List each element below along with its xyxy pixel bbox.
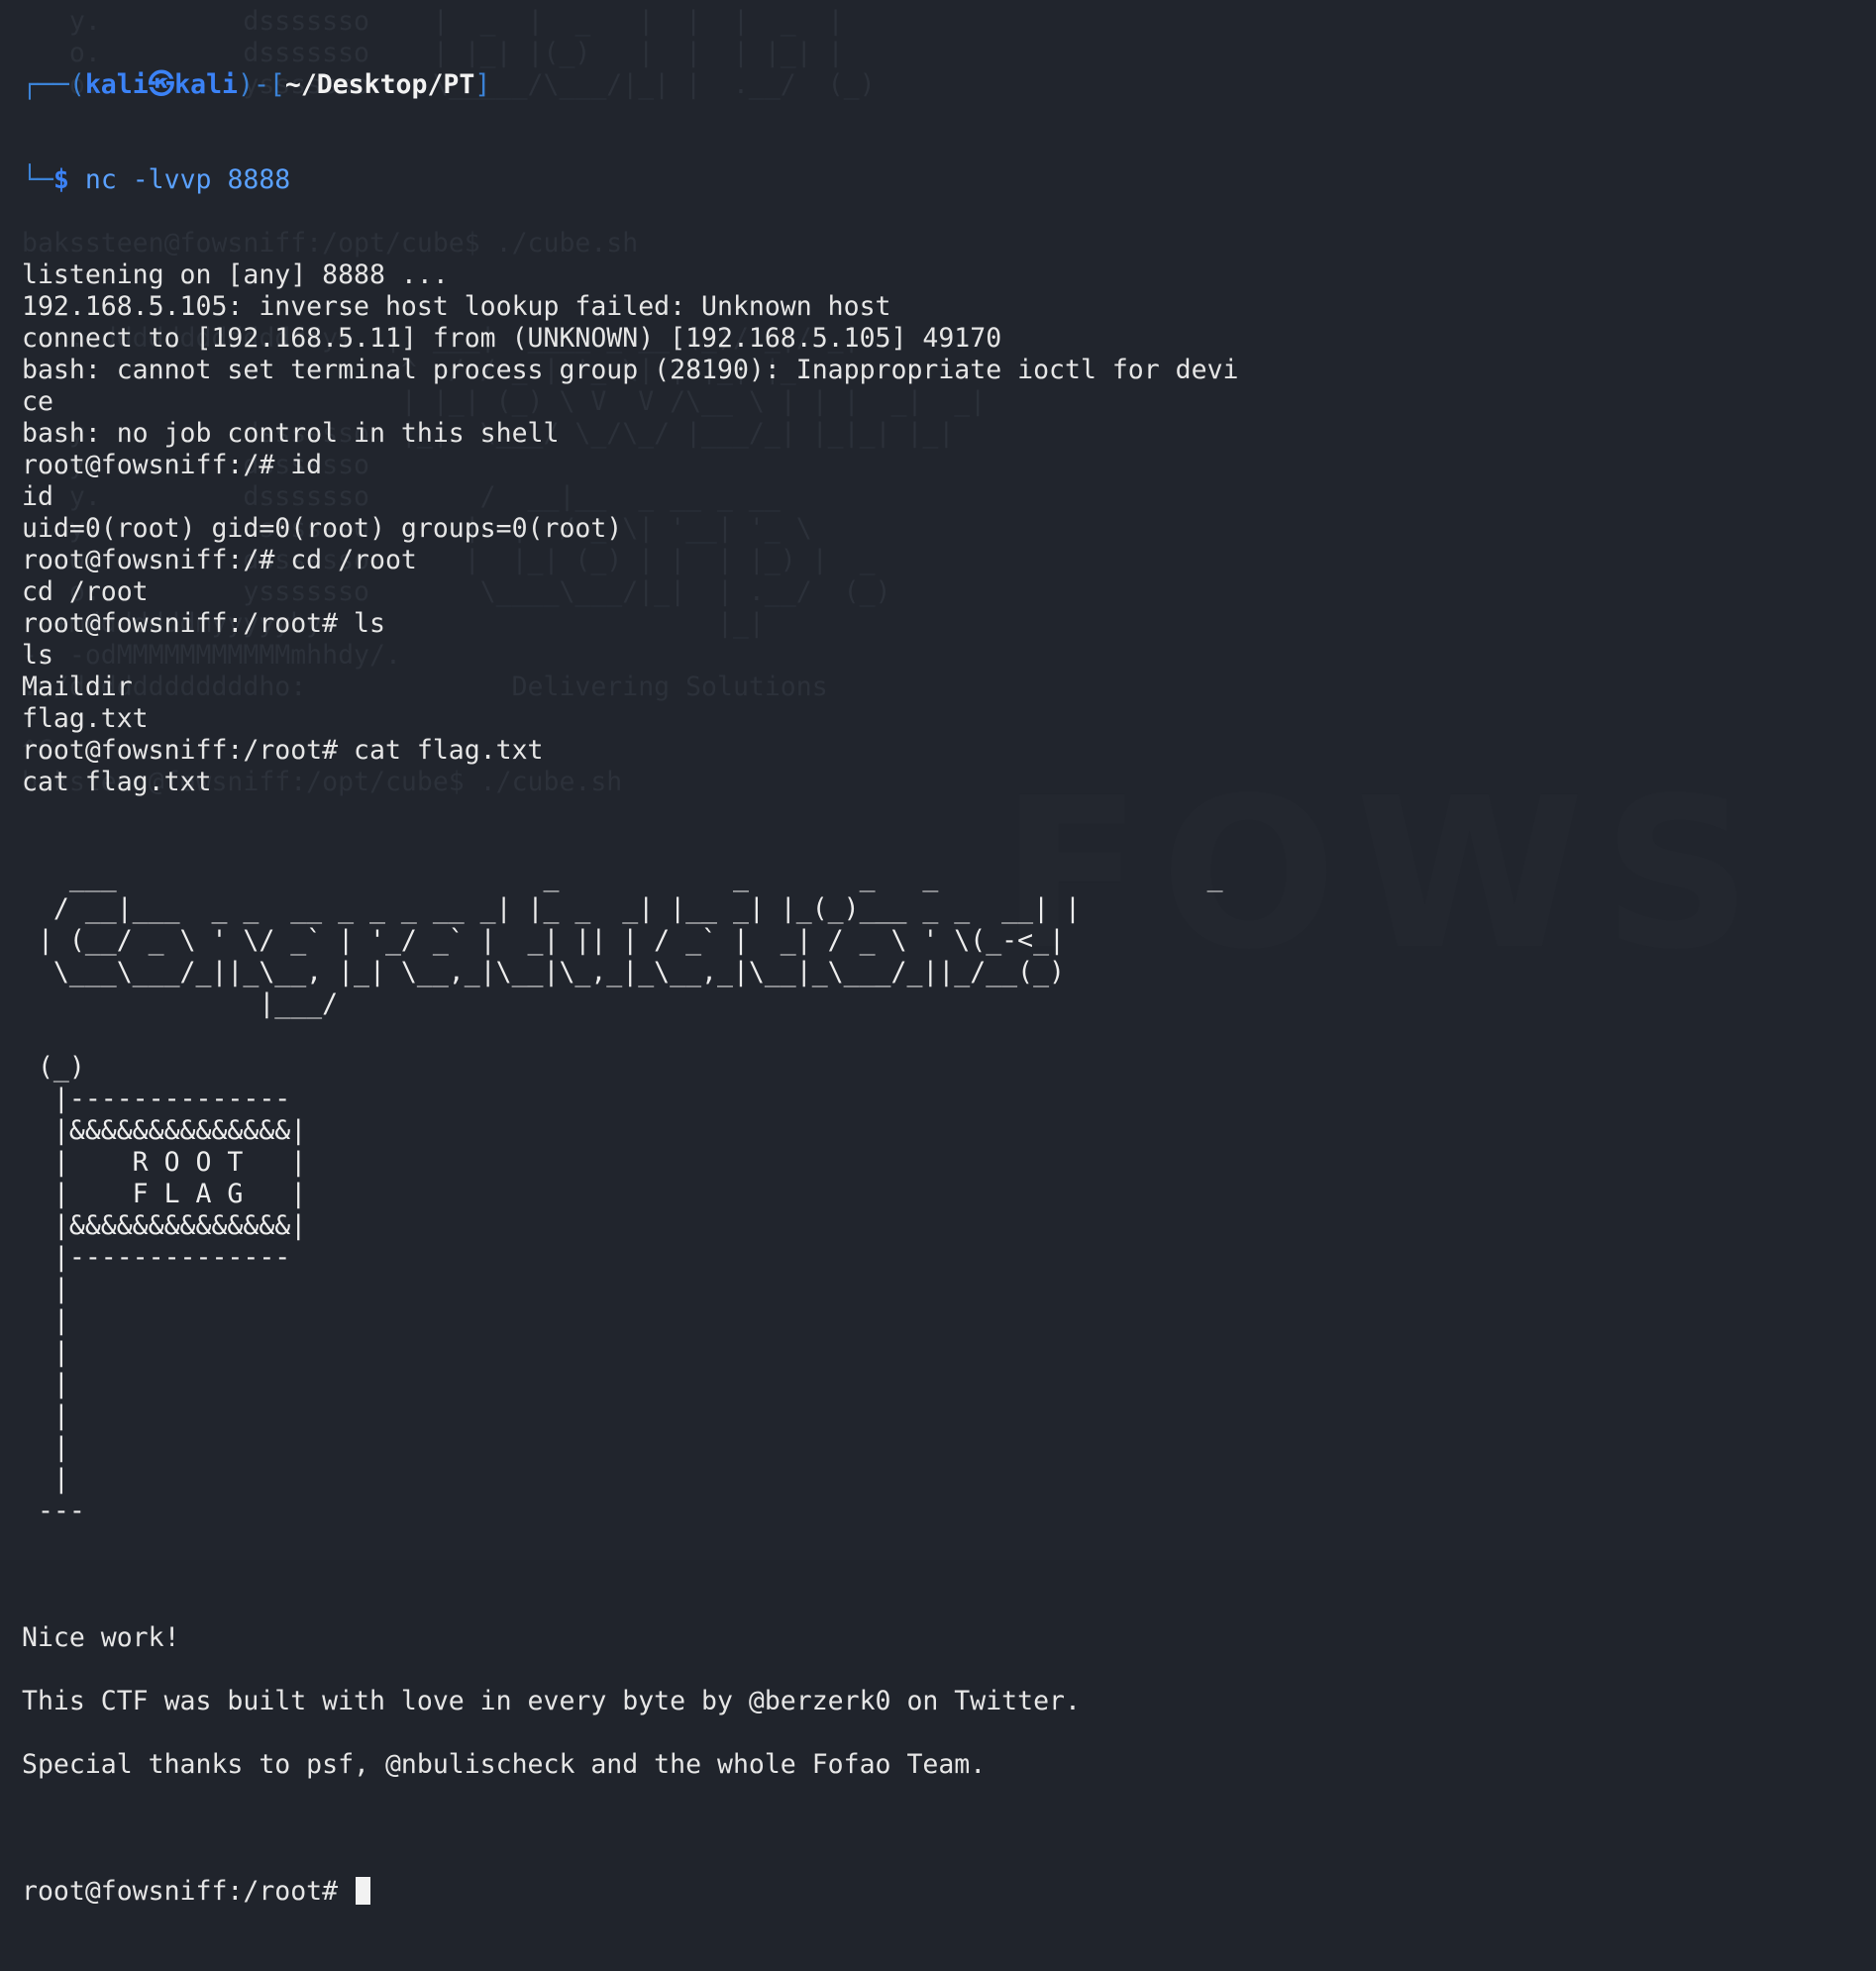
output-line: ls [22, 640, 53, 671]
message-line: Nice work! [22, 1622, 180, 1653]
message-line [22, 1591, 1239, 1622]
message-line [22, 1717, 1239, 1749]
prompt-frame-bottom: └─ [22, 164, 53, 195]
ascii-art-line: |-------------- [22, 1084, 291, 1114]
terminal-output: ┌──(kali㉿kali)-[~/Desktop/PT] └─$ nc -lv… [22, 6, 1239, 1971]
final-prompt-line[interactable]: root@fowsniff:/root# [22, 1876, 1239, 1908]
terminal-window[interactable]: y. dsssssso | _ | _ | | | _ | o. dssssss… [0, 0, 1876, 1907]
ascii-art-line: |&&&&&&&&&&&&&&| [22, 1115, 307, 1146]
ascii-art-line: | [22, 1464, 69, 1495]
ascii-art-line: | [22, 1432, 69, 1463]
output-line: root@fowsniff:/root# cat flag.txt [22, 735, 544, 766]
prompt-dollar: $ [52, 164, 69, 195]
text-cursor[interactable] [356, 1877, 371, 1905]
ascii-art-line: ___ _ _ _ _ _ [22, 862, 1223, 892]
root-flag-ascii-art: ___ _ _ _ _ _ / __|___ _ _ __ _ _ _ __ _… [22, 862, 1239, 1527]
output-line: 192.168.5.105: inverse host lookup faile… [22, 291, 891, 322]
ascii-art-line: | R O O T | [22, 1147, 307, 1178]
prompt-frame-end: ] [474, 69, 491, 100]
output-line: root@fowsniff:/# cd /root [22, 545, 417, 575]
ascii-art-line: | [22, 1369, 69, 1400]
output-line: listening on [any] 8888 ... [22, 259, 449, 290]
prompt-frame-mid: )-[ [237, 69, 285, 100]
message-line [22, 1654, 1239, 1686]
ascii-art-line [22, 1020, 1239, 1052]
ascii-art-line: |___/ [22, 988, 339, 1019]
ascii-art-line: |-------------- [22, 1242, 291, 1273]
output-line: Maildir [22, 672, 133, 702]
flag-message: Nice work! This CTF was built with love i… [22, 1591, 1239, 1813]
prompt-frame-top: ┌──( [22, 69, 85, 100]
ascii-art-line: \___\___/_||_\__, |_| \__,_|\__|\_,_|_\_… [22, 957, 1065, 987]
output-line: bash: cannot set terminal process group … [22, 355, 1239, 385]
output-line: cd /root [22, 576, 149, 607]
final-prompt: root@fowsniff:/root# [22, 1876, 355, 1907]
ascii-art-line: | F L A G | [22, 1179, 307, 1209]
ascii-art-line: | [22, 1305, 69, 1336]
output-line: uid=0(root) gid=0(root) groups=0(root) [22, 513, 623, 544]
message-line: Special thanks to psf, @nbulischeck and … [22, 1749, 987, 1780]
prompt-host: kali [174, 69, 238, 100]
prompt-at-symbol: ㉿ [148, 69, 175, 100]
output-line: root@fowsniff:/root# ls [22, 608, 385, 639]
prompt-line-1: ┌──(kali㉿kali)-[~/Desktop/PT] [22, 69, 1239, 101]
output-line: cat flag.txt [22, 767, 212, 797]
output-line: flag.txt [22, 703, 149, 734]
output-line: ce [22, 386, 53, 417]
message-line [22, 1781, 1239, 1813]
output-line: id [22, 481, 53, 512]
prompt-line-2: └─$ nc -lvvp 8888 [22, 164, 1239, 196]
ascii-art-line: / __|___ _ _ __ _ _ _ __ _| |_ _ _| |__ … [22, 893, 1081, 924]
ascii-art-line: (_) [22, 1052, 85, 1083]
ascii-art-line: | [22, 1274, 69, 1304]
ascii-art-line: | (__/ _ \ ' \/ _` | '_/ _` | _| || | / … [22, 925, 1065, 956]
message-line: This CTF was built with love in every by… [22, 1686, 1081, 1716]
prompt-path: ~/Desktop/PT [284, 69, 475, 100]
command-output: listening on [any] 8888 ... 192.168.5.105… [22, 259, 1239, 798]
prompt-user: kali [84, 69, 149, 100]
ascii-art-line: |&&&&&&&&&&&&&&| [22, 1210, 307, 1241]
output-line: root@fowsniff:/# id [22, 450, 323, 480]
output-line: connect to [192.168.5.11] from (UNKNOWN)… [22, 323, 1002, 354]
ascii-art-line: | [22, 1400, 69, 1431]
output-line: bash: no job control in this shell [22, 418, 560, 449]
prompt-command: nc -lvvp 8888 [84, 164, 291, 195]
ascii-art-line: --- [22, 1496, 85, 1526]
ascii-art-line: | [22, 1337, 69, 1368]
